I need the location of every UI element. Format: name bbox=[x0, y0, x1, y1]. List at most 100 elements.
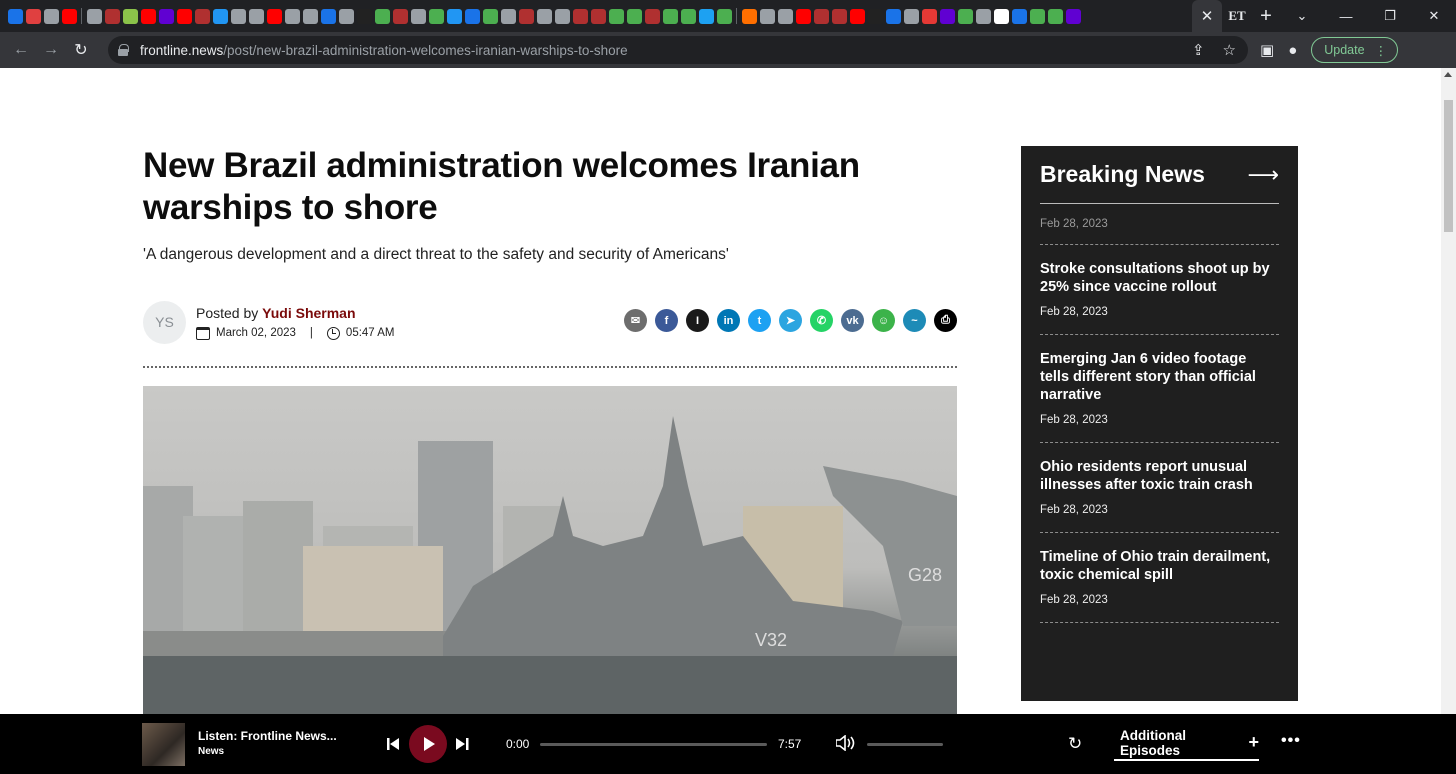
tab-favicon[interactable] bbox=[662, 8, 678, 24]
next-icon[interactable] bbox=[456, 738, 469, 750]
tab-favicon[interactable] bbox=[61, 8, 77, 24]
tab-favicon[interactable] bbox=[104, 8, 120, 24]
tab-favicon[interactable] bbox=[320, 8, 336, 24]
refresh-icon[interactable]: ↻ bbox=[1068, 734, 1082, 754]
news-item-title[interactable]: Emerging Jan 6 video footage tells diffe… bbox=[1040, 350, 1279, 404]
author-link[interactable]: Yudi Sherman bbox=[262, 305, 355, 321]
tab-favicon[interactable] bbox=[248, 8, 264, 24]
news-item-title[interactable]: Stroke consultations shoot up by 25% sin… bbox=[1040, 260, 1279, 296]
tab-favicon[interactable] bbox=[921, 8, 937, 24]
tab-favicon[interactable] bbox=[428, 8, 444, 24]
tab-favicon[interactable] bbox=[356, 8, 372, 24]
scroll-up-arrow[interactable] bbox=[1444, 72, 1452, 77]
livejournal-share-icon[interactable]: ~ bbox=[903, 309, 926, 332]
tab-favicon[interactable] bbox=[813, 8, 829, 24]
news-item[interactable]: Emerging Jan 6 video footage tells diffe… bbox=[1040, 335, 1279, 443]
tab-favicon[interactable] bbox=[698, 8, 714, 24]
tab-favicon[interactable] bbox=[831, 8, 847, 24]
tab-favicon[interactable] bbox=[392, 8, 408, 24]
page-scrollbar[interactable] bbox=[1441, 68, 1456, 714]
tab-favicon[interactable] bbox=[374, 8, 390, 24]
tab-favicon[interactable] bbox=[716, 8, 732, 24]
telegram-share-icon[interactable]: ➤ bbox=[779, 309, 802, 332]
tab-favicon[interactable] bbox=[302, 8, 318, 24]
news-item[interactable]: Ohio residents report unusual illnesses … bbox=[1040, 443, 1279, 533]
tab-favicon[interactable] bbox=[158, 8, 174, 24]
email-share-icon[interactable]: ✉ bbox=[624, 309, 647, 332]
tab-favicon[interactable] bbox=[284, 8, 300, 24]
tab-favicon[interactable] bbox=[482, 8, 498, 24]
news-item[interactable]: Stroke consultations shoot up by 25% sin… bbox=[1040, 245, 1279, 335]
additional-episodes-button[interactable]: Additional Episodes + bbox=[1114, 726, 1259, 761]
volume-icon[interactable] bbox=[836, 735, 856, 751]
new-tab-button[interactable]: + bbox=[1252, 5, 1280, 28]
tab-favicon[interactable] bbox=[644, 8, 660, 24]
tab-favicon[interactable] bbox=[230, 8, 246, 24]
tab-favicon[interactable] bbox=[885, 8, 901, 24]
tab-favicon[interactable] bbox=[43, 8, 59, 24]
minimize-button[interactable]: — bbox=[1324, 9, 1368, 24]
tab-favicon[interactable] bbox=[867, 8, 883, 24]
arrow-right-icon[interactable]: ⟶ bbox=[1247, 162, 1279, 188]
forward-button[interactable]: → bbox=[36, 41, 66, 59]
news-item-title[interactable]: Timeline of Ohio train derailment, toxic… bbox=[1040, 548, 1279, 584]
share-page-icon[interactable]: ⇪ bbox=[1192, 41, 1205, 59]
active-tab-favicon[interactable]: ET bbox=[1222, 0, 1252, 32]
tab-favicon[interactable] bbox=[194, 8, 210, 24]
volume-slider[interactable] bbox=[867, 743, 943, 746]
tab-favicon[interactable] bbox=[122, 8, 138, 24]
episode-title[interactable]: Listen: Frontline News... bbox=[198, 729, 337, 743]
tab-favicon[interactable] bbox=[1065, 8, 1081, 24]
update-button[interactable]: Update ⋮ bbox=[1311, 37, 1399, 63]
more-options-icon[interactable]: ••• bbox=[1281, 732, 1301, 750]
tab-favicon[interactable] bbox=[464, 8, 480, 24]
address-bar[interactable]: frontline.news /post/new-brazil-administ… bbox=[108, 36, 1248, 64]
tab-favicon[interactable] bbox=[536, 8, 552, 24]
print-share-icon[interactable]: ⎙ bbox=[934, 309, 957, 332]
vk-share-icon[interactable]: vk bbox=[841, 309, 864, 332]
tab-favicon[interactable] bbox=[1029, 8, 1045, 24]
tab-favicon[interactable] bbox=[626, 8, 642, 24]
tab-favicon[interactable] bbox=[849, 8, 865, 24]
tab-favicon[interactable] bbox=[446, 8, 462, 24]
tab-favicon[interactable] bbox=[957, 8, 973, 24]
bookmark-star-icon[interactable]: ☆ bbox=[1223, 41, 1236, 59]
tab-favicon[interactable] bbox=[554, 8, 570, 24]
twitter-share-icon[interactable]: t bbox=[748, 309, 771, 332]
tab-favicon[interactable] bbox=[176, 8, 192, 24]
author-avatar[interactable]: YS bbox=[143, 300, 186, 344]
linkedin-share-icon[interactable]: in bbox=[717, 309, 740, 332]
news-item-title[interactable]: Ohio residents report unusual illnesses … bbox=[1040, 458, 1279, 494]
back-button[interactable]: ← bbox=[6, 41, 36, 59]
tab-favicon[interactable] bbox=[680, 8, 696, 24]
instapaper-share-icon[interactable]: I bbox=[686, 309, 709, 332]
tab-favicon[interactable] bbox=[759, 8, 775, 24]
tab-favicon[interactable] bbox=[500, 8, 516, 24]
tab-favicon[interactable] bbox=[741, 8, 757, 24]
tab-favicon[interactable] bbox=[608, 8, 624, 24]
tab-favicon[interactable] bbox=[903, 8, 919, 24]
tab-favicon[interactable] bbox=[993, 8, 1009, 24]
tab-favicon[interactable] bbox=[975, 8, 991, 24]
tab-favicon[interactable] bbox=[338, 8, 354, 24]
tab-favicon[interactable] bbox=[795, 8, 811, 24]
tab-favicon[interactable] bbox=[590, 8, 606, 24]
news-item[interactable]: Timeline of Ohio train derailment, toxic… bbox=[1040, 533, 1279, 623]
previous-icon[interactable] bbox=[387, 738, 400, 750]
close-window-button[interactable]: ✕ bbox=[1412, 8, 1456, 24]
tab-favicon[interactable] bbox=[1011, 8, 1027, 24]
profile-icon[interactable]: ● bbox=[1288, 42, 1297, 59]
whatsapp-share-icon[interactable]: ✆ bbox=[810, 309, 833, 332]
tab-favicon[interactable] bbox=[86, 8, 102, 24]
tab-favicon[interactable] bbox=[266, 8, 282, 24]
tab-favicon[interactable] bbox=[410, 8, 426, 24]
scroll-thumb[interactable] bbox=[1444, 100, 1453, 232]
reload-button[interactable]: ↻ bbox=[66, 40, 96, 60]
maximize-button[interactable]: ❐ bbox=[1368, 8, 1412, 24]
tab-favicon[interactable] bbox=[572, 8, 588, 24]
close-tab-icon[interactable]: ✕ bbox=[1201, 7, 1214, 25]
tab-favicon[interactable] bbox=[212, 8, 228, 24]
tab-favicon[interactable] bbox=[25, 8, 41, 24]
tab-favicon[interactable] bbox=[1047, 8, 1063, 24]
ok-share-icon[interactable]: ☺ bbox=[872, 309, 895, 332]
